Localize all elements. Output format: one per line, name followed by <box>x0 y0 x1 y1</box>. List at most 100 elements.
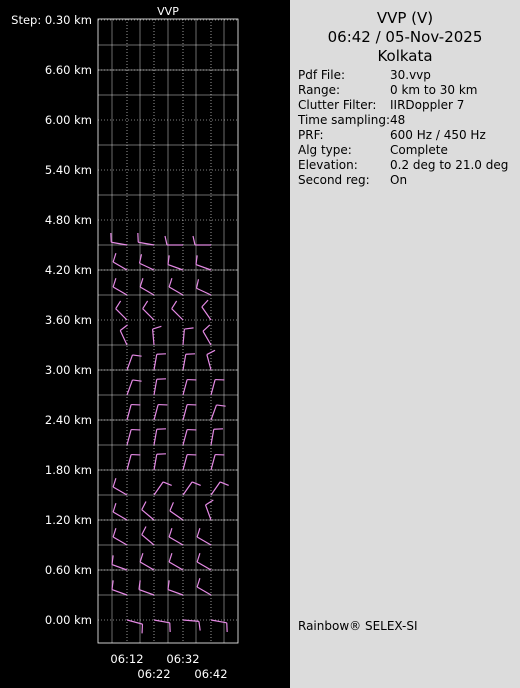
product-datetime: 06:42 / 05-Nov-2025 <box>327 28 483 46</box>
vvp-chart: VVP Step: 0.30 km 6.60 km 6.00 km 5.40 km 4.8… <box>11 5 239 681</box>
wind-barb <box>126 403 141 421</box>
wind-barb <box>195 255 212 271</box>
wind-barb <box>126 428 141 446</box>
wind-barb <box>167 580 184 596</box>
plot-panel: VVP Step: 0.30 km 6.60 km 6.00 km 5.40 km 4.8… <box>0 0 290 688</box>
wind-barb <box>196 578 212 596</box>
wind-barb <box>167 255 184 271</box>
y-tick-label: 6.60 km <box>45 63 92 77</box>
wind-barb <box>153 481 172 496</box>
param-value: 48 <box>390 113 406 127</box>
wind-barb <box>139 278 155 296</box>
wind-barb <box>126 379 142 396</box>
x-tick-label: 06:12 <box>110 652 143 666</box>
y-tick-label: 3.60 km <box>45 313 92 327</box>
wind-barb <box>210 404 226 421</box>
wind-barb <box>139 553 155 571</box>
wind-barb <box>138 254 155 271</box>
y-tick-label: Step: 0.30 km <box>11 13 92 27</box>
brand-label: Rainbow® SELEX-SI <box>298 619 418 633</box>
param-value: IIRDoppler 7 <box>390 98 465 112</box>
param-row: Elevation: 0.2 deg to 21.0 deg <box>298 158 520 173</box>
param-key: Time sampling: <box>298 113 391 127</box>
wind-barb <box>112 253 128 271</box>
wind-barb <box>115 300 128 321</box>
y-tick-label: 4.80 km <box>45 213 92 227</box>
wind-barb <box>152 325 162 346</box>
param-row: Time sampling: 48 <box>298 113 520 128</box>
wind-barb <box>196 553 212 571</box>
y-tick-label: 4.20 km <box>45 263 92 277</box>
param-value: Complete <box>390 143 448 157</box>
param-key: Alg type: <box>298 143 352 157</box>
y-tick-label: 3.00 km <box>45 363 92 377</box>
wind-barb <box>182 353 196 371</box>
wind-barb <box>112 503 128 521</box>
wind-barb <box>141 501 155 521</box>
wind-barb <box>171 300 184 321</box>
wind-barb <box>153 619 171 633</box>
wind-barb <box>202 324 212 346</box>
wind-barb <box>210 453 225 471</box>
site-name: Kolkata <box>377 47 433 65</box>
param-key: Elevation: <box>298 158 358 172</box>
wind-barb <box>153 378 167 396</box>
wind-barb <box>168 528 184 546</box>
wind-barb <box>210 378 225 396</box>
wind-barb <box>192 235 211 246</box>
y-tick-label: 0.00 km <box>45 613 92 627</box>
x-tick-label: 06:22 <box>137 667 170 681</box>
y-tick-label: 5.40 km <box>45 163 92 177</box>
y-tick-label: 1.80 km <box>45 463 92 477</box>
wind-barb <box>153 453 167 471</box>
param-value: 30.vvp <box>390 68 431 82</box>
y-tick-label: 1.20 km <box>45 513 92 527</box>
wind-barb <box>182 428 197 446</box>
param-row: Pdf File: 30.vvp <box>298 68 520 83</box>
wind-barb <box>169 502 184 521</box>
wind-barb <box>112 478 128 496</box>
wind-barb <box>210 481 229 496</box>
wind-barb <box>182 619 201 631</box>
param-row: Alg type: Complete <box>298 143 520 158</box>
wind-barb <box>142 300 155 321</box>
wind-barb <box>182 327 194 346</box>
wind-barb <box>210 619 228 633</box>
y-tick-label: 2.40 km <box>45 413 92 427</box>
param-row: Range: 0 km to 30 km <box>298 83 520 98</box>
param-key: Range: <box>298 83 341 97</box>
chart-title: VVP <box>157 5 179 18</box>
param-row: Second reg: On <box>298 173 520 188</box>
x-tick-label: 06:42 <box>194 667 227 681</box>
wind-barb <box>112 528 128 546</box>
wind-barb <box>153 403 168 421</box>
wind-barb <box>119 324 128 346</box>
product-title: VVP (V) <box>376 9 434 27</box>
wind-barb <box>126 453 141 471</box>
param-key: PRF: <box>298 128 324 142</box>
wind-barb <box>168 278 184 296</box>
wind-barb <box>153 428 167 446</box>
wind-barb <box>164 235 183 246</box>
wind-barb <box>137 232 155 246</box>
param-key: Pdf File: <box>298 68 346 82</box>
wind-barb <box>195 279 212 296</box>
wind-barb <box>182 481 201 496</box>
wind-barb <box>141 526 155 546</box>
param-row: Clutter Filter: IIRDoppler 7 <box>298 98 520 113</box>
info-panel: VVP (V) 06:42 / 05-Nov-2025 Kolkata Pdf … <box>290 0 520 688</box>
wind-barb <box>182 403 197 421</box>
y-tick-label: 6.00 km <box>45 113 92 127</box>
wind-barb <box>110 232 128 246</box>
wind-barb <box>111 580 128 596</box>
param-value: 0 km to 30 km <box>390 83 478 97</box>
wind-barb <box>201 299 212 321</box>
wind-barb <box>153 353 167 371</box>
wind-barb <box>182 378 197 396</box>
y-tick-label: 0.60 km <box>45 563 92 577</box>
param-value: 600 Hz / 450 Hz <box>390 128 486 142</box>
param-key: Second reg: <box>298 173 370 187</box>
param-row: PRF: 600 Hz / 450 Hz <box>298 128 520 143</box>
wind-barb <box>126 354 142 371</box>
param-value: On <box>390 173 408 187</box>
